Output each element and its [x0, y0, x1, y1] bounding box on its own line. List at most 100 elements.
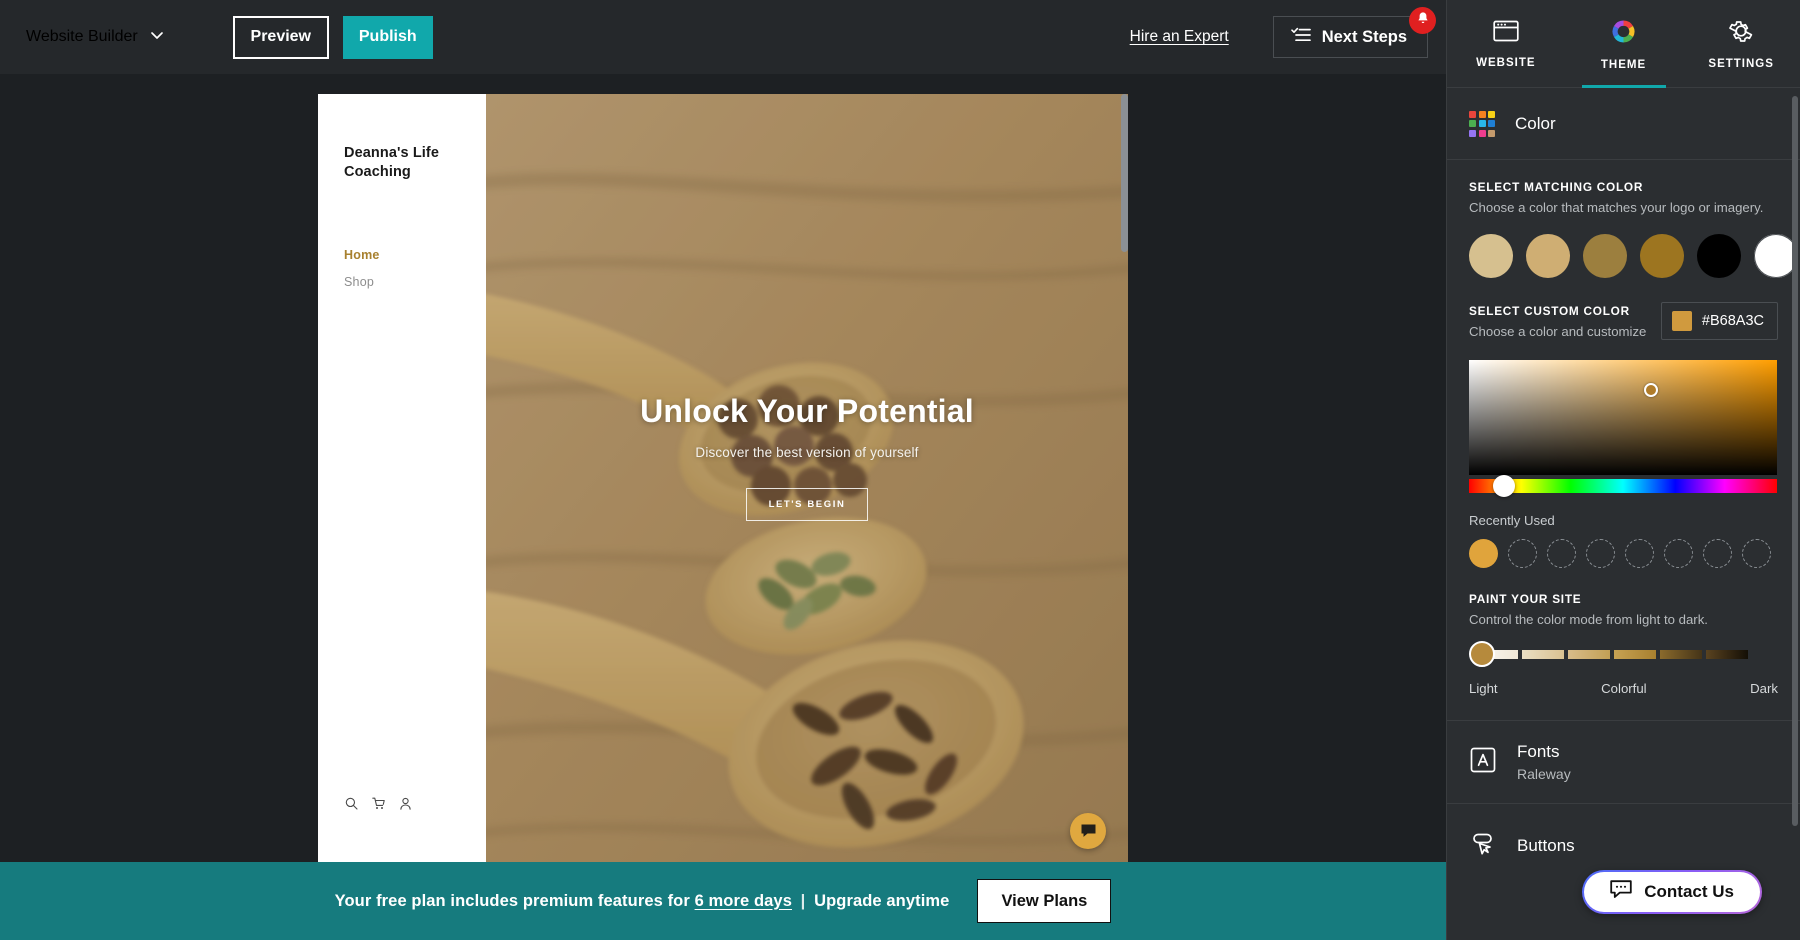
- free-plan-banner: Your free plan includes premium features…: [0, 862, 1446, 940]
- theme-panel: WEBSITE THEME SETTINGS Color SELECT MATC…: [1446, 0, 1800, 940]
- paint-step-3[interactable]: [1568, 649, 1610, 659]
- hero-content: Unlock Your Potential Discover the best …: [486, 94, 1128, 869]
- select-custom-color-sub: Choose a color and customize: [1469, 324, 1647, 339]
- fonts-value: Raleway: [1517, 766, 1571, 782]
- next-steps-label: Next Steps: [1321, 27, 1407, 46]
- hero-cta-button[interactable]: LET'S BEGIN: [745, 487, 869, 521]
- paint-step-6[interactable]: [1706, 649, 1748, 659]
- matching-swatch-4[interactable]: [1640, 234, 1684, 278]
- color-wheel-icon: [1610, 18, 1637, 50]
- matching-swatch-3[interactable]: [1583, 234, 1627, 278]
- matching-swatch-black[interactable]: [1697, 234, 1741, 278]
- site-logo: Deanna's Life Coaching: [344, 145, 439, 181]
- paint-step-4[interactable]: [1614, 649, 1656, 659]
- color-section-body: SELECT MATCHING COLOR Choose a color tha…: [1447, 160, 1800, 720]
- chat-bubble-icon: [1610, 880, 1632, 904]
- hex-value-field[interactable]: #B68A3C: [1660, 302, 1778, 340]
- browser-window-icon: [1493, 19, 1519, 48]
- button-cursor-icon: [1469, 830, 1497, 863]
- notification-badge[interactable]: [1409, 7, 1436, 34]
- fonts-section[interactable]: Fonts Raleway: [1447, 720, 1800, 804]
- hero-subtitle: Discover the best version of yourself: [695, 444, 919, 460]
- recent-color-4[interactable]: [1586, 539, 1615, 568]
- hex-color-chip: [1671, 311, 1692, 331]
- color-picker-area[interactable]: [1469, 360, 1777, 475]
- preview-button[interactable]: Preview: [232, 15, 329, 59]
- recent-color-7[interactable]: [1703, 539, 1732, 568]
- paint-mode-knob[interactable]: [1469, 641, 1495, 667]
- account-icon[interactable]: [399, 797, 412, 815]
- brand-label: Website Builder: [26, 28, 138, 45]
- banner-days-link[interactable]: 6 more days: [695, 892, 792, 910]
- hire-an-expert-link[interactable]: Hire an Expert: [1130, 28, 1229, 46]
- select-custom-color-label: SELECT CUSTOM COLOR: [1469, 304, 1630, 318]
- site-preview[interactable]: Deanna's Life Coaching Home Shop Unlock …: [318, 94, 1128, 869]
- canvas-scrollbar-thumb[interactable]: [1121, 94, 1128, 252]
- search-icon[interactable]: [345, 797, 358, 815]
- chat-bubble-icon[interactable]: [1070, 813, 1106, 849]
- paint-scale-labels: Light Colorful Dark: [1469, 681, 1778, 720]
- next-steps-button[interactable]: Next Steps: [1272, 16, 1428, 58]
- view-plans-button[interactable]: View Plans: [977, 879, 1112, 923]
- publish-button[interactable]: Publish: [342, 15, 433, 59]
- fonts-text-group: Fonts Raleway: [1517, 742, 1571, 782]
- top-toolbar-right: Hire an Expert Next Steps: [1130, 7, 1446, 58]
- hue-slider[interactable]: [1469, 475, 1777, 497]
- hue-slider-thumb[interactable]: [1493, 475, 1516, 497]
- select-matching-color-sub: Choose a color that matches your logo or…: [1469, 200, 1764, 215]
- color-picker-handle[interactable]: [1643, 382, 1658, 397]
- recent-color-1[interactable]: [1469, 539, 1498, 568]
- website-builder-app: Website Builder Preview Publish Hire an …: [0, 0, 1800, 940]
- tab-website-label: WEBSITE: [1476, 57, 1536, 69]
- matching-swatch-1[interactable]: [1469, 234, 1513, 278]
- recently-used-label: Recently Used: [1469, 513, 1555, 528]
- fonts-title: Fonts: [1517, 742, 1560, 761]
- chevron-down-icon: [149, 27, 165, 48]
- tab-theme-label: THEME: [1600, 58, 1647, 71]
- site-footer-icons: [345, 797, 412, 815]
- matching-color-swatches: [1469, 234, 1798, 278]
- hero-title: Unlock Your Potential: [640, 392, 974, 429]
- site-nav: Home Shop: [344, 248, 486, 289]
- select-matching-color-label: SELECT MATCHING COLOR: [1469, 180, 1644, 194]
- site-sidebar: Deanna's Life Coaching Home Shop: [318, 94, 486, 869]
- contact-us-label: Contact Us: [1644, 882, 1734, 901]
- banner-separator: |: [800, 891, 806, 910]
- brand-menu[interactable]: Website Builder: [26, 27, 165, 48]
- paint-step-2[interactable]: [1522, 649, 1564, 659]
- panel-tabs: WEBSITE THEME SETTINGS: [1447, 0, 1800, 88]
- panel-scrollbar[interactable]: [1792, 96, 1798, 826]
- next-steps-wrapper: Next Steps: [1272, 7, 1436, 58]
- site-nav-item-shop[interactable]: Shop: [344, 275, 486, 289]
- recent-color-6[interactable]: [1664, 539, 1693, 568]
- buttons-title: Buttons: [1517, 836, 1575, 855]
- tab-theme[interactable]: THEME: [1565, 0, 1683, 88]
- saturation-gradient: [1469, 360, 1777, 475]
- paint-mode-slider[interactable]: [1469, 641, 1778, 667]
- paint-your-site-sub: Control the color mode from light to dar…: [1469, 612, 1708, 627]
- site-nav-item-home[interactable]: Home: [344, 248, 486, 262]
- recent-color-8[interactable]: [1742, 539, 1771, 568]
- matching-swatch-2[interactable]: [1526, 234, 1570, 278]
- recently-used-row: [1469, 539, 1778, 568]
- color-section-header[interactable]: Color: [1447, 88, 1800, 160]
- banner-text-after: Upgrade anytime: [814, 891, 950, 910]
- paint-label-dark: Dark: [1750, 681, 1778, 696]
- recent-color-2[interactable]: [1508, 539, 1537, 568]
- color-grid-icon: [1469, 110, 1495, 137]
- paint-your-site-group: PAINT YOUR SITE Control the color mode f…: [1469, 592, 1778, 720]
- gear-icon: [1728, 18, 1754, 49]
- cart-icon[interactable]: [372, 797, 385, 815]
- recent-color-5[interactable]: [1625, 539, 1654, 568]
- banner-text: Your free plan includes premium features…: [335, 892, 950, 911]
- contact-us-button[interactable]: Contact Us: [1582, 870, 1762, 914]
- banner-text-before: Your free plan includes premium features…: [334, 891, 690, 910]
- recent-color-3[interactable]: [1547, 539, 1576, 568]
- canvas-scrollbar[interactable]: [1121, 94, 1128, 869]
- paint-label-light: Light: [1469, 681, 1498, 696]
- tab-website[interactable]: WEBSITE: [1447, 0, 1565, 88]
- paint-step-5[interactable]: [1660, 649, 1702, 659]
- font-letter-icon: [1469, 746, 1497, 779]
- tab-settings[interactable]: SETTINGS: [1682, 0, 1800, 88]
- custom-color-row: SELECT CUSTOM COLOR Choose a color and c…: [1469, 302, 1778, 340]
